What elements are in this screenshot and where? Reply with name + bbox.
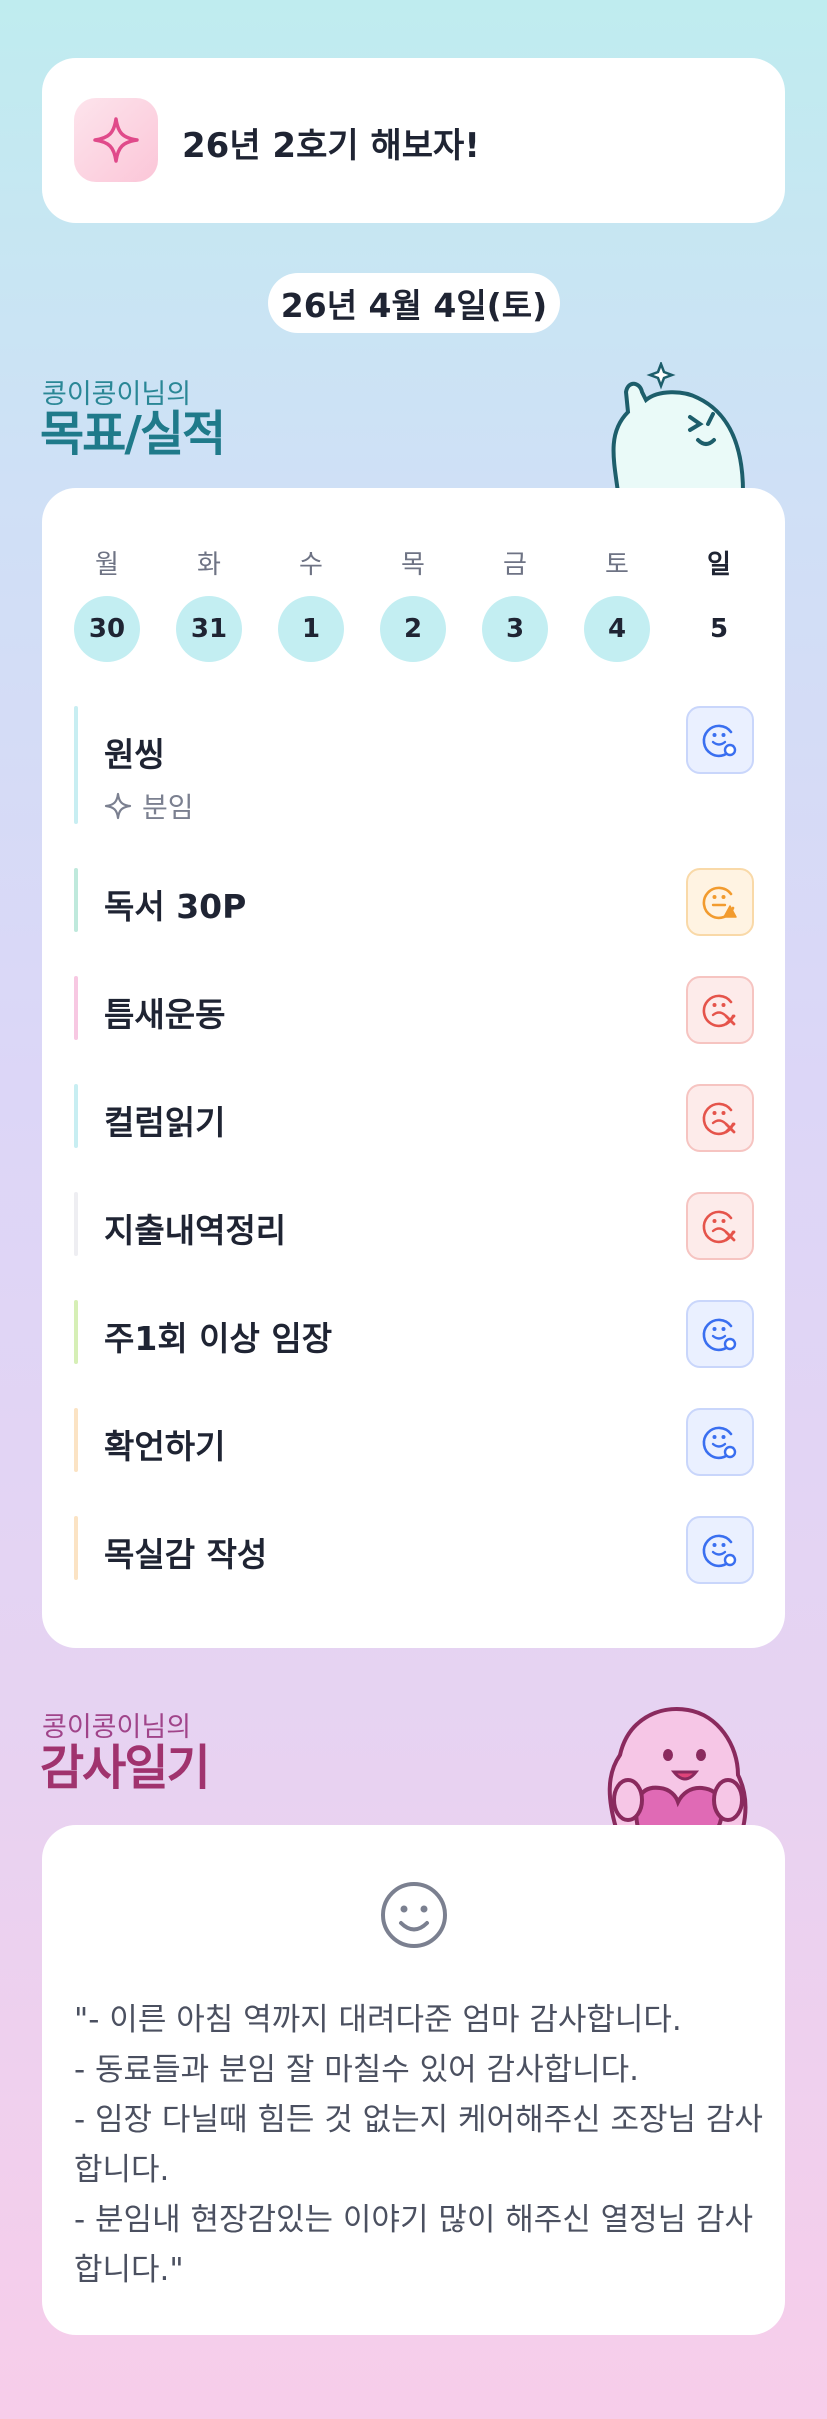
weekday-sun: 일: [707, 550, 731, 580]
goal-name: 독서 30P: [104, 887, 247, 926]
smile-face-icon[interactable]: [379, 1880, 449, 1950]
goal-card: 월 화 수 목 금 토 일 30 31 1 2 3 4 5 원씽 분임 독서 3…: [42, 488, 785, 1648]
gratitude-diary-text: "- 이른 아침 역까지 대려다준 엄마 감사합니다. - 동료들과 분임 잘 …: [74, 2002, 763, 2288]
goal-status-button[interactable]: [686, 1300, 754, 1368]
mascot-teal-icon: [611, 362, 746, 492]
goal-sub-item: 분임: [104, 786, 194, 826]
weekday-fri: 금: [503, 550, 527, 580]
goal-status-button[interactable]: [686, 1192, 754, 1260]
goal-status-button[interactable]: [686, 1516, 754, 1584]
goal-item[interactable]: 틈새운동: [74, 976, 754, 1044]
date-cell[interactable]: 5: [686, 596, 752, 662]
sparkle-outline-icon: [104, 792, 132, 820]
date-cell[interactable]: 2: [380, 596, 446, 662]
weekday-mon: 월: [95, 550, 119, 580]
status-fail-icon: [700, 1206, 740, 1246]
mascot-pink-icon: [607, 1707, 748, 1828]
date-cell[interactable]: 30: [74, 596, 140, 662]
goal-banner-card[interactable]: 26년 2호기 해보자!: [42, 58, 785, 223]
date-cell[interactable]: 3: [482, 596, 548, 662]
status-fail-icon: [700, 1098, 740, 1138]
status-done-icon: [700, 1422, 740, 1462]
date-cell[interactable]: 31: [176, 596, 242, 662]
date-cell[interactable]: 4: [584, 596, 650, 662]
goal-item[interactable]: 독서 30P: [74, 868, 754, 936]
goal-item[interactable]: 지출내역정리: [74, 1192, 754, 1260]
goal-color-bar: [74, 706, 78, 824]
goal-color-bar: [74, 1192, 78, 1256]
goal-color-bar: [74, 1300, 78, 1364]
goal-color-bar: [74, 1084, 78, 1148]
date-selector[interactable]: 26년 4월 4일(토): [268, 273, 560, 333]
weekday-thu: 목: [401, 550, 425, 580]
goal-status-button[interactable]: [686, 976, 754, 1044]
sparkle-icon: [74, 98, 158, 182]
weekday-sat: 토: [605, 550, 629, 580]
goal-status-button[interactable]: [686, 706, 754, 774]
status-fail-icon: [700, 990, 740, 1030]
goal-item[interactable]: 컬럼읽기: [74, 1084, 754, 1152]
status-done-icon: [700, 720, 740, 760]
goal-item[interactable]: 원씽 분임: [74, 706, 754, 824]
goal-status-button[interactable]: [686, 1408, 754, 1476]
goal-name: 틈새운동: [104, 995, 226, 1034]
goal-section-title: 목표/실적: [40, 406, 226, 462]
weekday-wed: 수: [299, 550, 323, 580]
thanks-section-title: 감사일기: [40, 1740, 211, 1796]
banner-title: 26년 2호기 해보자!: [182, 126, 480, 166]
weekday-tue: 화: [197, 550, 221, 580]
goal-color-bar: [74, 1408, 78, 1472]
goal-sub-label: 분임: [142, 791, 194, 824]
goal-name: 목실감 작성: [104, 1535, 268, 1574]
goal-item[interactable]: 확언하기: [74, 1408, 754, 1476]
goal-name: 원씽: [104, 735, 165, 774]
status-partial-icon: [700, 882, 740, 922]
date-cell[interactable]: 1: [278, 596, 344, 662]
goal-name: 컬럼읽기: [104, 1103, 226, 1142]
goal-item[interactable]: 주1회 이상 임장: [74, 1300, 754, 1368]
gratitude-diary-card: "- 이른 아침 역까지 대려다준 엄마 감사합니다. - 동료들과 분임 잘 …: [42, 1825, 785, 2335]
status-done-icon: [700, 1314, 740, 1354]
goal-status-button[interactable]: [686, 868, 754, 936]
goal-item[interactable]: 목실감 작성: [74, 1516, 754, 1584]
goal-color-bar: [74, 868, 78, 932]
goal-status-button[interactable]: [686, 1084, 754, 1152]
goal-color-bar: [74, 1516, 78, 1580]
goal-name: 지출내역정리: [104, 1211, 287, 1250]
goal-color-bar: [74, 976, 78, 1040]
goal-name: 확언하기: [104, 1427, 226, 1466]
status-done-icon: [700, 1530, 740, 1570]
goal-name: 주1회 이상 임장: [104, 1319, 333, 1358]
